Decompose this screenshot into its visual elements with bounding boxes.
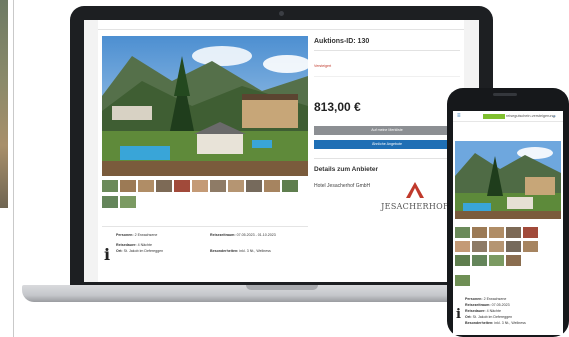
gallery-thumbnail[interactable] <box>192 180 208 192</box>
gallery-thumbnail[interactable] <box>506 227 521 238</box>
hotel-logo: JESACHERHOF <box>372 180 458 220</box>
provider-name: Hotel Jesacherhof GmbH <box>314 183 371 189</box>
menu-icon[interactable]: ≡ <box>457 113 461 119</box>
phone-device: ≡ reisegutschein-versteigerung → i Perso… <box>447 88 569 337</box>
gallery-thumbnail[interactable] <box>156 180 172 192</box>
auction-id: Auktions-ID: 130 <box>314 38 370 45</box>
brand-name: reisegutschein-versteigerung <box>506 114 555 118</box>
mobile-offer-info: i Personen: 2 Erwachsene Reisezeitraum: … <box>455 297 561 333</box>
offer-info-box: i Personen: 2 Erwachsene Reisedauer: 4 N… <box>102 226 308 282</box>
mobile-hotel-hero-image[interactable] <box>455 141 561 219</box>
info-persons: Personen: 2 Erwachsene <box>116 233 158 237</box>
edge-photo <box>0 0 8 208</box>
divider-line <box>13 0 14 337</box>
auction-status: Versteigert <box>314 64 332 68</box>
info-features: Besonderheiten: inkl. 3 Nt., Wellness <box>210 249 271 253</box>
info-period: Reisezeitraum: 07.05.2023 <box>465 303 510 307</box>
phone-speaker <box>493 93 517 96</box>
info-features: Besonderheiten: inkl. 3 Nt., Wellness <box>465 321 526 325</box>
gallery-thumbnail[interactable] <box>174 180 190 192</box>
info-location: Ort: St. Jakob im Defereggen <box>116 249 164 253</box>
laptop-device: i Personen: 2 Erwachsene Reisedauer: 4 N… <box>70 6 493 288</box>
gallery-thumbnail[interactable] <box>138 180 154 192</box>
gallery-thumbnail[interactable] <box>102 196 118 208</box>
logo-mountain-icon <box>406 182 424 198</box>
mockup-stage: i Personen: 2 Erwachsene Reisedauer: 4 N… <box>0 0 569 337</box>
provider-details-title: Details zum Anbieter <box>314 166 379 173</box>
info-icon: i <box>456 307 461 322</box>
gallery-thumbnail[interactable] <box>210 180 226 192</box>
auction-sidebar: Auktions-ID: 130 Versteigert 813,00 € Au… <box>314 36 460 282</box>
divider <box>314 158 460 159</box>
gallery-thumbnail[interactable] <box>489 241 504 252</box>
gallery-thumbnail[interactable] <box>228 180 244 192</box>
info-period: Reisezeitraum: 07.05.2023 - 01.10.2023 <box>210 233 276 237</box>
info-duration: Reisedauer: 4 Nächte <box>465 309 501 313</box>
gallery-thumbnail[interactable] <box>472 255 487 266</box>
laptop-camera <box>279 11 284 16</box>
phone-screen: ≡ reisegutschein-versteigerung → i Perso… <box>453 111 563 335</box>
gallery-thumbnail[interactable] <box>506 255 521 266</box>
divider <box>314 50 460 51</box>
info-duration: Reisedauer: 4 Nächte <box>116 243 152 247</box>
gallery-thumbnail[interactable] <box>523 241 538 252</box>
brand-logo-box <box>483 114 505 119</box>
similar-offers-button[interactable]: Ähnliche Angebote <box>314 140 460 149</box>
gallery-thumbnail[interactable] <box>506 241 521 252</box>
gallery-thumbnail[interactable] <box>489 255 504 266</box>
divider <box>314 76 460 77</box>
info-persons: Personen: 2 Erwachsene <box>465 297 507 301</box>
info-location: Ort: St. Jakob im Defereggen <box>465 315 513 319</box>
brand-logo[interactable]: reisegutschein-versteigerung <box>483 114 555 119</box>
gallery-thumbnail[interactable] <box>472 227 487 238</box>
current-price: 813,00 € <box>314 100 361 114</box>
watchlist-button[interactable]: Auf meine Merkliste <box>314 126 460 135</box>
gallery-thumbnail[interactable] <box>264 180 280 192</box>
auction-page: i Personen: 2 Erwachsene Reisedauer: 4 N… <box>98 30 464 282</box>
gallery-thumbnail[interactable] <box>523 227 538 238</box>
gallery-thumbnail[interactable] <box>102 180 118 192</box>
gallery-thumbnail[interactable] <box>455 241 470 252</box>
mobile-header: ≡ reisegutschein-versteigerung → <box>453 111 563 122</box>
laptop-notch <box>246 285 318 290</box>
gallery-thumbnail[interactable] <box>489 227 504 238</box>
info-icon: i <box>104 245 111 264</box>
hotel-hero-image[interactable] <box>102 36 308 176</box>
gallery-thumbnail[interactable] <box>120 180 136 192</box>
gallery-thumbnail[interactable] <box>455 227 470 238</box>
gallery-thumbnail[interactable] <box>246 180 262 192</box>
site-top-bar <box>98 20 464 30</box>
gallery-thumbnail[interactable] <box>472 241 487 252</box>
gallery-thumbnail[interactable] <box>455 255 470 266</box>
gallery-thumbnail[interactable] <box>282 180 298 192</box>
login-icon[interactable]: → <box>551 113 557 119</box>
gallery-thumbnail[interactable] <box>120 196 136 208</box>
logo-wordmark: JESACHERHOF <box>381 202 449 211</box>
laptop-screen: i Personen: 2 Erwachsene Reisedauer: 4 N… <box>84 20 479 282</box>
gallery-thumbnail[interactable] <box>455 275 470 286</box>
